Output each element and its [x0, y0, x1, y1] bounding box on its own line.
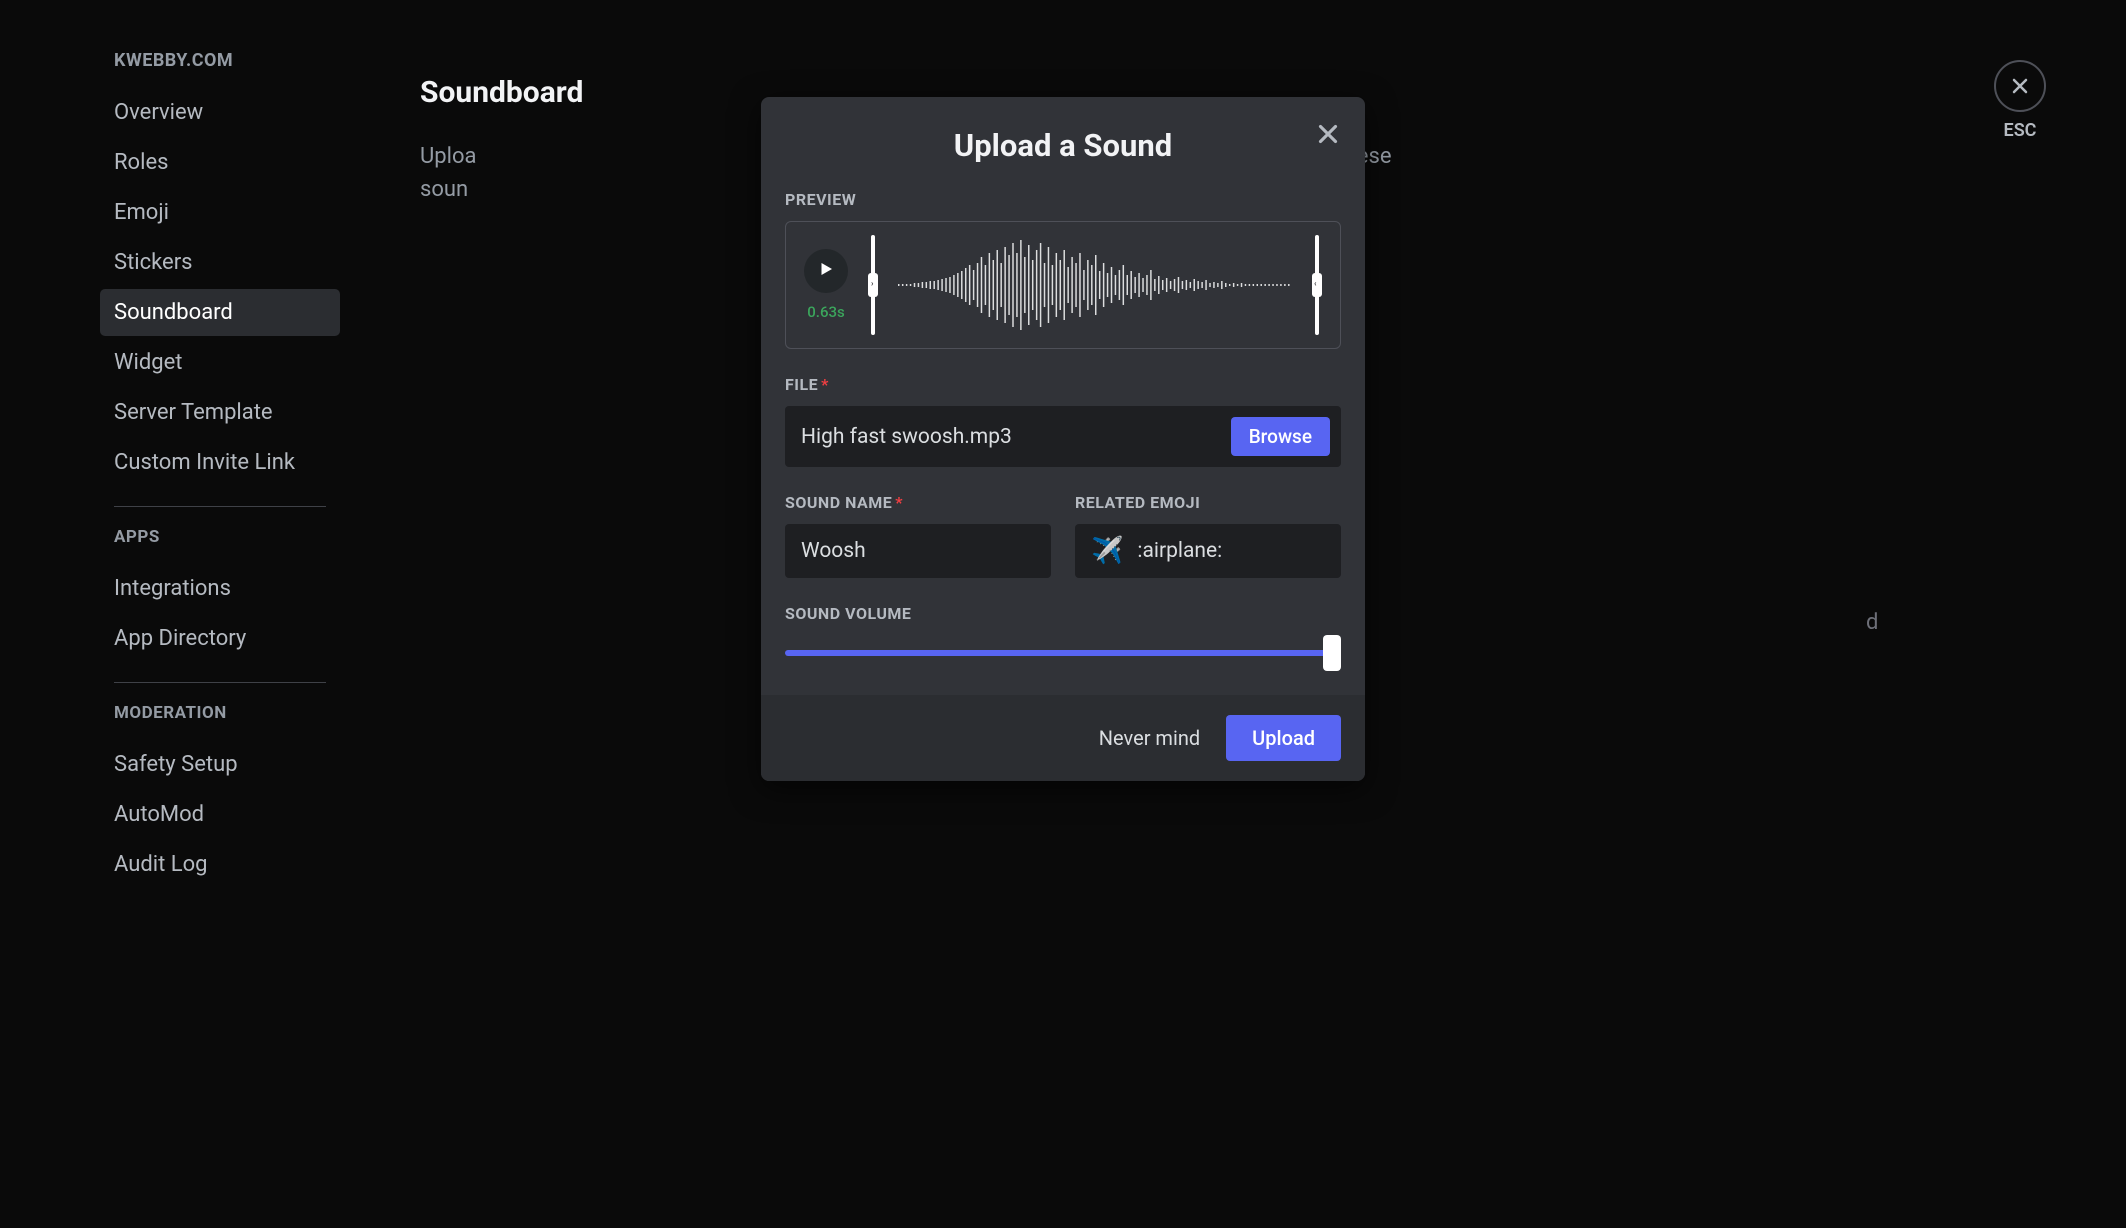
- sound-volume-label: SOUND VOLUME: [785, 604, 1341, 623]
- sound-name-input[interactable]: [785, 524, 1051, 578]
- modal-title: Upload a Sound: [785, 127, 1341, 164]
- file-name-text: High fast swoosh.mp3: [801, 425, 1231, 449]
- modal-header: Upload a Sound: [761, 97, 1365, 182]
- volume-slider[interactable]: [785, 635, 1341, 671]
- upload-sound-modal: Upload a Sound PREVIEW 0.63s ›: [761, 97, 1365, 781]
- sound-name-label: SOUND NAME*: [785, 493, 1051, 512]
- upload-button[interactable]: Upload: [1226, 715, 1341, 761]
- volume-track: [785, 650, 1341, 656]
- volume-thumb[interactable]: [1323, 635, 1341, 671]
- trim-start-handle[interactable]: ›: [868, 235, 878, 335]
- trim-end-handle[interactable]: ‹: [1312, 235, 1322, 335]
- browse-button[interactable]: Browse: [1231, 417, 1330, 456]
- waveform-display[interactable]: [898, 235, 1292, 335]
- file-label: FILE*: [785, 375, 1341, 394]
- play-button[interactable]: [804, 249, 848, 293]
- file-field: High fast swoosh.mp3 Browse: [785, 406, 1341, 467]
- airplane-icon: ✈️: [1091, 536, 1123, 566]
- modal-footer: Never mind Upload: [761, 695, 1365, 781]
- chevron-left-icon: ‹: [1314, 279, 1317, 288]
- cancel-button[interactable]: Never mind: [1099, 726, 1200, 750]
- modal-overlay: Upload a Sound PREVIEW 0.63s ›: [0, 0, 2126, 1228]
- audio-preview: 0.63s › ‹: [785, 221, 1341, 349]
- duration-label: 0.63s: [807, 303, 844, 321]
- emoji-code-text: :airplane:: [1137, 539, 1222, 563]
- preview-label: PREVIEW: [785, 190, 1341, 209]
- related-emoji-label: RELATED EMOJI: [1075, 493, 1341, 512]
- close-icon[interactable]: [1313, 119, 1343, 153]
- play-icon: [817, 260, 835, 282]
- chevron-right-icon: ›: [871, 279, 873, 288]
- related-emoji-picker[interactable]: ✈️ :airplane:: [1075, 524, 1341, 578]
